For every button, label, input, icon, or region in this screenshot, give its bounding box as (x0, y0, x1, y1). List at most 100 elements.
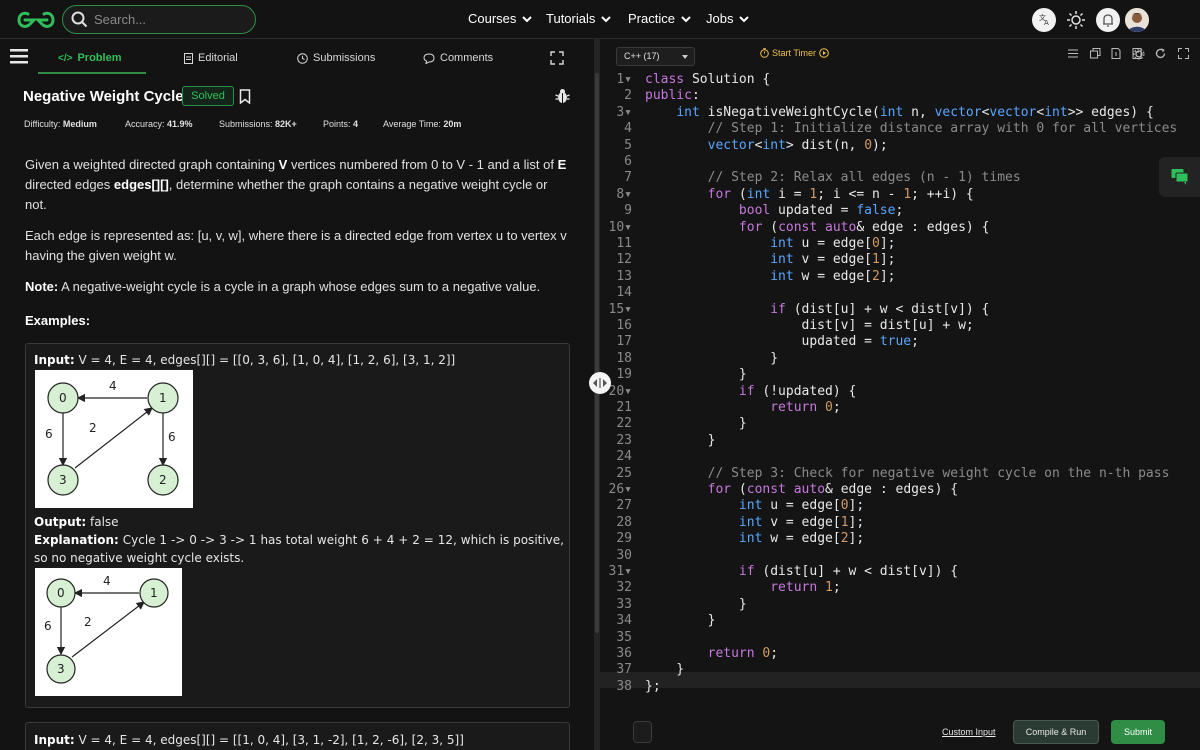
console-toggle-button[interactable] (633, 721, 652, 743)
bell-icon (1103, 14, 1113, 27)
graph-node-label: 1 (159, 391, 167, 405)
editor-toolbar: C++ (17) Start Timer (600, 39, 1200, 69)
line-number: 4 (624, 121, 632, 137)
expand-icon[interactable] (1178, 48, 1189, 59)
line-number: 23 (616, 432, 632, 448)
points: Points: 4 (323, 119, 359, 129)
active-tab-indicator (38, 72, 146, 74)
problem-title: Negative Weight Cycle (23, 88, 184, 105)
submissions-count: Submissions: 82K+ (219, 119, 297, 129)
code-line: // Step 2: Relax all edges (n - 1) times (707, 170, 1021, 186)
code-line: class Solution { (645, 72, 771, 87)
copy-icon[interactable] (1090, 48, 1101, 59)
edge-weight-label: 6 (45, 427, 53, 441)
hamburger-menu-icon[interactable] (10, 48, 28, 64)
edge-weight-label: 6 (168, 430, 176, 444)
reset-icon[interactable] (1155, 48, 1166, 59)
notifications-button[interactable] (1096, 8, 1120, 32)
compile-run-button[interactable]: Compile & Run (1013, 720, 1099, 744)
line-number: 36 (616, 646, 632, 661)
gfg-logo[interactable] (15, 8, 57, 32)
bug-report-icon[interactable] (555, 88, 570, 104)
example-1-input: Input: V = 4, E = 4, edges[][] = [[0, 3,… (34, 353, 456, 367)
search-bar[interactable]: Search... (62, 5, 256, 34)
submit-button[interactable]: Submit (1111, 720, 1165, 744)
file-upload-icon[interactable] (1111, 48, 1122, 59)
explanation-graph: 4 6 2 0 1 3 (35, 568, 182, 696)
graph-node-label: 0 (59, 391, 67, 405)
code-line: bool updated = false; (738, 203, 904, 219)
line-number: 15▾ (608, 301, 632, 317)
code-line: int w = edge[2]; (738, 531, 865, 547)
search-icon (71, 11, 88, 28)
line-number: 9 (624, 203, 632, 219)
line-number: 27 (616, 498, 632, 514)
avatar-icon (1125, 8, 1149, 32)
example-1-output: Output: false (34, 515, 119, 529)
top-navbar: Search... Courses Tutorials Practice Job… (0, 0, 1200, 39)
fullscreen-icon[interactable] (550, 51, 564, 65)
document-icon (184, 52, 193, 64)
editor-pane: C++ (17) Start Timer 1▾ class Solution {2… (600, 39, 1200, 750)
line-number: 13 (616, 268, 632, 284)
nav-courses[interactable]: Courses (468, 11, 533, 26)
code-line: int isNegativeWeightCycle(int n, vector<… (676, 104, 1154, 120)
edge-weight-label: 6 (44, 619, 52, 633)
line-number: 17 (616, 334, 632, 350)
line-number: 6 (624, 154, 632, 169)
tab-problem[interactable]: </> Problem (58, 52, 121, 64)
example-1-explanation: Explanation: Cycle 1 -> 0 -> 3 -> 1 has … (34, 533, 564, 565)
editor-footer: Custom Input Compile & Run Submit (600, 716, 1200, 750)
difficulty: Difficulty: Medium (24, 119, 97, 129)
nav-jobs[interactable]: Jobs (706, 11, 750, 26)
line-number: 38 (616, 678, 632, 694)
user-avatar[interactable] (1125, 8, 1149, 32)
resize-arrows-icon (593, 378, 607, 388)
line-number: 18 (616, 350, 632, 366)
code-line: int u = edge[0]; (770, 236, 896, 251)
bookmark-icon[interactable] (239, 89, 251, 104)
code-line: for (const auto& edge : edges) { (707, 482, 959, 497)
line-number: 16 (616, 318, 632, 333)
solved-badge: Solved (182, 86, 234, 106)
chat-float-button[interactable] (1159, 157, 1200, 197)
search-input[interactable]: Search... (94, 12, 146, 27)
code-line: if (dist[u] + w < dist[v]) { (770, 301, 990, 317)
line-number: 14 (616, 285, 632, 301)
format-icon[interactable] (1068, 49, 1078, 58)
gear-icon[interactable] (1133, 48, 1145, 60)
code-line: } (645, 367, 747, 383)
language-select[interactable]: C++ (17) (616, 47, 695, 66)
tab-comments[interactable]: Comments (423, 52, 493, 64)
line-number: 2 (624, 88, 632, 104)
nav-tutorials[interactable]: Tutorials (546, 11, 612, 26)
line-number: 33 (616, 596, 632, 612)
theme-toggle-button[interactable] (1064, 8, 1088, 32)
problem-description: Given a weighted directed graph containi… (25, 157, 567, 212)
translate-button[interactable]: 文A (1032, 8, 1056, 32)
average-time: Average Time: 20m (383, 119, 462, 129)
code-line: vector<int> dist(n, 0); (707, 137, 888, 153)
tab-editorial[interactable]: Editorial (184, 52, 238, 64)
chevron-down-icon (601, 15, 612, 22)
chevron-down-icon (739, 15, 750, 22)
pane-resize-handle[interactable] (589, 372, 611, 394)
line-number: 32 (616, 580, 632, 596)
tab-submissions[interactable]: Submissions (297, 52, 375, 64)
examples-heading: Examples: (25, 313, 91, 328)
code-line: } (645, 596, 747, 612)
line-number: 34 (616, 613, 632, 629)
graph-node-label: 0 (57, 586, 65, 600)
nav-practice[interactable]: Practice (628, 11, 691, 26)
custom-input-link[interactable]: Custom Input (942, 727, 996, 737)
edge-weight-label: 4 (109, 379, 117, 393)
start-timer-button[interactable]: Start Timer (760, 48, 829, 58)
timer-icon (760, 48, 769, 58)
code-line: } (645, 416, 747, 432)
graph-node-label: 2 (159, 473, 167, 487)
example-1: Input: V = 4, E = 4, edges[][] = [[0, 3,… (25, 343, 570, 708)
clock-icon (297, 52, 308, 64)
code-line: }; (645, 678, 661, 694)
code-editor[interactable]: 1▾ class Solution {2 public: 3▾ int isNega… (600, 70, 1200, 730)
left-scrollbar-thumb[interactable] (595, 73, 599, 633)
